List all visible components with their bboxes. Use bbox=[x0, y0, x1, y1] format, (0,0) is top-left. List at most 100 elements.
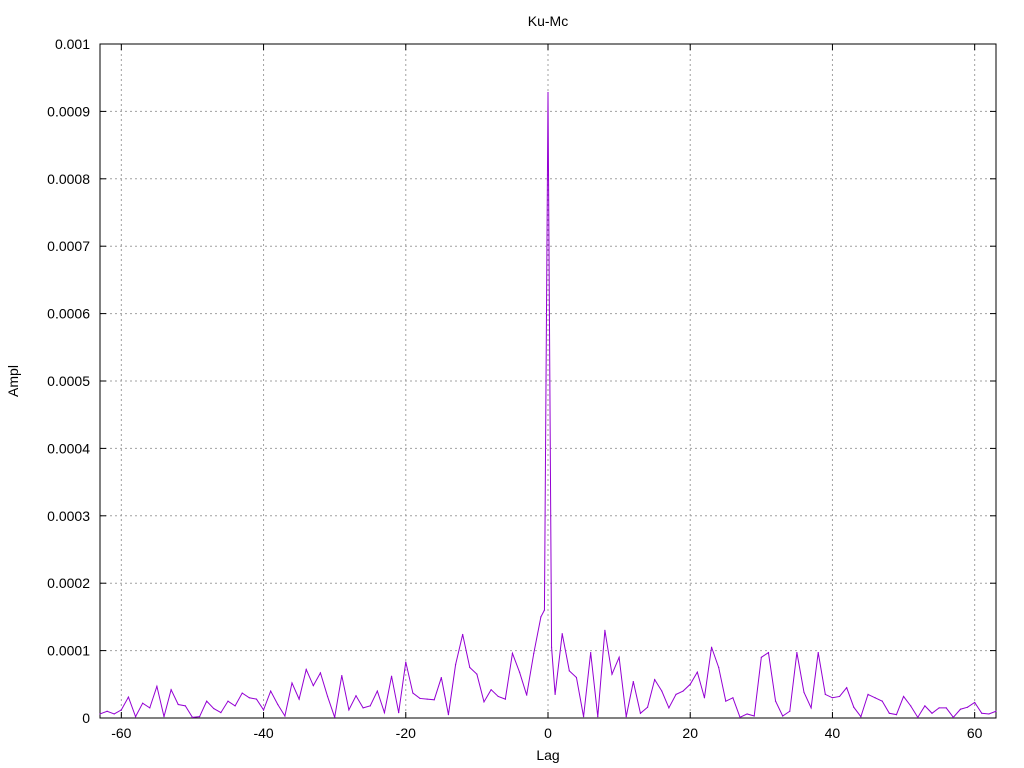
data-point bbox=[462, 633, 464, 636]
data-point bbox=[476, 673, 478, 675]
data-point bbox=[710, 646, 713, 648]
data-point bbox=[888, 712, 890, 714]
data-point bbox=[575, 676, 578, 679]
data-point bbox=[590, 652, 592, 654]
x-tick-labels: -60 -40 -20 0 20 40 60 bbox=[111, 725, 982, 741]
data-point bbox=[454, 664, 457, 666]
data-point bbox=[760, 656, 762, 658]
data-point bbox=[668, 707, 670, 709]
data-point bbox=[198, 716, 201, 718]
data-point bbox=[405, 661, 407, 663]
data-point bbox=[860, 716, 862, 718]
data-point bbox=[561, 633, 563, 635]
data-point bbox=[718, 666, 720, 669]
data-point bbox=[646, 706, 649, 708]
data-point bbox=[526, 694, 528, 696]
data-point bbox=[654, 678, 656, 681]
y-tick-label: 0.0005 bbox=[47, 373, 90, 389]
data-point bbox=[284, 715, 286, 717]
chart-title: Ku-Mc bbox=[528, 13, 568, 29]
data-point bbox=[511, 652, 514, 654]
data-point bbox=[504, 698, 506, 700]
data-point bbox=[675, 693, 677, 696]
data-point bbox=[959, 708, 962, 710]
y-tick-label: 0.0004 bbox=[47, 440, 90, 456]
data-point bbox=[874, 697, 876, 699]
data-point bbox=[220, 712, 222, 714]
data-point bbox=[817, 652, 819, 654]
data-point bbox=[419, 697, 421, 700]
data-point bbox=[355, 695, 357, 697]
data-point bbox=[518, 671, 521, 673]
data-point bbox=[312, 685, 314, 687]
data-point bbox=[142, 702, 144, 704]
data-point bbox=[625, 716, 627, 718]
data-point bbox=[412, 692, 414, 694]
data-point bbox=[543, 609, 546, 611]
data-point bbox=[853, 706, 855, 708]
data-point bbox=[774, 700, 777, 702]
chart: -60 -40 -20 0 20 40 60 0 0.0001 0.0002 0.0003 0.00… bbox=[5, 13, 997, 763]
y-axis-label: Ampl bbox=[5, 365, 21, 397]
data-point bbox=[597, 716, 599, 718]
data-point bbox=[156, 685, 158, 687]
data-point bbox=[255, 698, 258, 700]
data-point bbox=[746, 713, 748, 715]
data-point bbox=[988, 713, 990, 715]
data-point bbox=[213, 707, 215, 710]
data-point bbox=[966, 706, 969, 708]
data-point bbox=[540, 616, 542, 618]
data-point bbox=[554, 693, 556, 696]
data-point bbox=[732, 697, 734, 699]
data-point bbox=[604, 629, 606, 631]
data-point bbox=[334, 716, 336, 718]
data-point bbox=[910, 705, 912, 707]
y-tick-label: 0.0007 bbox=[47, 238, 90, 254]
data-point bbox=[725, 700, 727, 702]
data-point bbox=[981, 712, 983, 714]
data-point bbox=[262, 709, 265, 711]
data-point bbox=[390, 675, 393, 677]
data-point bbox=[550, 646, 553, 648]
data-point bbox=[440, 676, 442, 679]
data-point bbox=[902, 695, 905, 698]
data-point bbox=[163, 716, 165, 718]
data-point bbox=[170, 689, 172, 691]
data-point bbox=[974, 701, 976, 704]
data-point bbox=[383, 712, 386, 714]
y-tick-label: 0.0001 bbox=[47, 643, 90, 659]
data-point bbox=[348, 709, 350, 711]
data-point bbox=[490, 689, 492, 691]
data-point bbox=[99, 713, 101, 715]
y-tick-label: 0.0008 bbox=[47, 171, 90, 187]
data-point bbox=[639, 712, 642, 714]
data-point bbox=[398, 712, 400, 714]
data-point bbox=[298, 698, 300, 700]
data-point bbox=[917, 716, 919, 718]
data-point bbox=[846, 687, 848, 689]
y-tick-label: 0.0009 bbox=[47, 103, 90, 119]
y-tick-label: 0 bbox=[82, 710, 90, 726]
data-point bbox=[433, 699, 435, 701]
data-point bbox=[931, 712, 933, 714]
data-point bbox=[945, 707, 947, 709]
y-tick-label: 0.0006 bbox=[47, 306, 90, 322]
data-point bbox=[326, 695, 329, 698]
x-tick-label: 60 bbox=[967, 725, 983, 741]
data-point bbox=[767, 652, 770, 654]
data-point bbox=[838, 695, 841, 698]
data-point bbox=[682, 690, 684, 692]
data-point bbox=[703, 697, 706, 699]
data-point bbox=[426, 698, 428, 700]
data-point bbox=[696, 671, 698, 673]
data-point bbox=[362, 707, 364, 709]
data-point bbox=[241, 692, 243, 694]
data-point bbox=[689, 683, 691, 685]
data-point bbox=[632, 681, 634, 683]
data-point bbox=[106, 710, 108, 712]
y-tick-label: 0.0003 bbox=[47, 508, 90, 524]
data-point bbox=[469, 666, 471, 669]
data-point bbox=[924, 705, 926, 707]
x-tick-label: -20 bbox=[396, 725, 416, 741]
data-point bbox=[739, 716, 741, 718]
